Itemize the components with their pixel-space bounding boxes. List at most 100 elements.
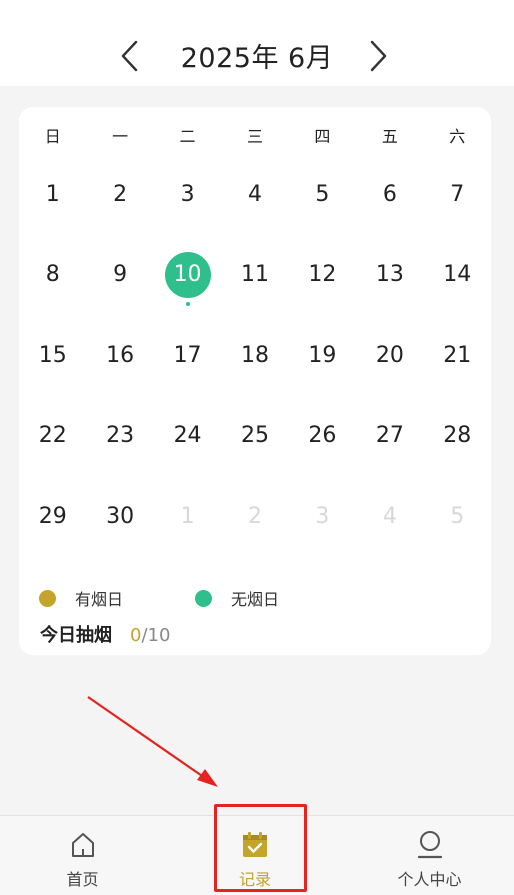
home-icon — [68, 830, 98, 860]
day-cell[interactable]: 1 — [154, 489, 221, 570]
today-smoking-summary: 今日抽烟 0 / 10 — [40, 621, 170, 647]
day-number: 12 — [308, 262, 337, 287]
day-number: 29 — [38, 503, 67, 529]
day-number: 4 — [247, 181, 262, 207]
legend-smoke-day: 有烟日 — [39, 586, 123, 610]
day-cell[interactable]: 11 — [221, 248, 288, 329]
today-limit: 10 — [147, 625, 171, 646]
day-number: 15 — [38, 342, 67, 368]
day-cell[interactable]: 23 — [86, 409, 153, 490]
day-cell[interactable]: 29 — [19, 489, 86, 570]
day-cell[interactable]: 21 — [424, 328, 491, 409]
day-cell[interactable]: 28 — [424, 409, 491, 490]
day-number: 28 — [443, 423, 472, 448]
smoke-day-dot — [39, 589, 56, 607]
day-cell[interactable]: 3 — [154, 167, 221, 248]
day-number: 21 — [443, 342, 472, 368]
day-number: 2 — [247, 503, 262, 529]
day-number: 11 — [240, 262, 269, 287]
day-number: 10 — [164, 251, 211, 298]
day-cell[interactable]: 27 — [356, 409, 423, 490]
day-number: 1 — [180, 503, 195, 529]
day-cell[interactable]: 26 — [289, 409, 356, 490]
record-dot — [185, 301, 190, 306]
prev-month-button[interactable] — [112, 36, 148, 76]
tab-home[interactable]: 首页 — [0, 816, 165, 895]
user-icon — [415, 830, 445, 860]
day-number: 24 — [173, 423, 202, 448]
chevron-left-icon — [121, 40, 138, 72]
day-number: 13 — [375, 262, 404, 287]
tab-label: 个人中心 — [397, 870, 462, 889]
day-cell[interactable]: 3 — [289, 489, 356, 570]
calendar-card: 日 一 二 三 四 五 六 1 2 3 4 5 6 7 8 9 10 11 12 13 14 15 16 17 1… — [19, 107, 491, 655]
highlight-box — [214, 804, 307, 892]
day-number: 6 — [382, 181, 397, 207]
weekday-label: 五 — [381, 127, 398, 146]
selected-day-cell[interactable]: 10 — [154, 248, 221, 329]
day-cell[interactable]: 24 — [154, 409, 221, 490]
day-cell[interactable]: 30 — [86, 489, 153, 570]
day-cell[interactable]: 6 — [356, 167, 423, 248]
day-cell[interactable]: 7 — [424, 167, 491, 248]
day-cell[interactable]: 25 — [221, 409, 288, 490]
day-cell[interactable]: 2 — [86, 167, 153, 248]
day-number: 14 — [443, 262, 472, 287]
day-cell[interactable]: 2 — [221, 489, 288, 570]
day-cell[interactable]: 4 — [221, 167, 288, 248]
day-number: 3 — [315, 503, 330, 529]
weekday-label: 一 — [112, 127, 129, 146]
day-cell[interactable]: 13 — [356, 248, 423, 329]
day-number: 16 — [106, 342, 135, 368]
day-cell[interactable]: 1 — [19, 167, 86, 248]
day-number: 5 — [315, 181, 330, 207]
weekday-label: 二 — [179, 127, 196, 146]
legend: 有烟日 无烟日 — [39, 587, 351, 609]
day-number: 4 — [382, 503, 397, 529]
day-cell[interactable]: 16 — [86, 328, 153, 409]
day-number: 3 — [180, 181, 195, 207]
legend-smoke-free-day: 无烟日 — [195, 586, 279, 610]
day-number: 25 — [240, 423, 269, 448]
day-number: 5 — [450, 503, 465, 529]
app-screen: 2025年 6月 日 一 二 三 四 五 六 1 2 3 4 5 6 7 8 9 10 11 12 13… — [0, 0, 514, 895]
legend-label: 有烟日 — [75, 590, 124, 609]
day-cell[interactable]: 5 — [424, 489, 491, 570]
legend-label: 无烟日 — [231, 590, 280, 609]
day-number: 17 — [173, 342, 202, 368]
day-number: 20 — [375, 342, 404, 368]
weekday-label: 三 — [246, 127, 263, 146]
day-number: 30 — [106, 503, 135, 529]
chevron-right-icon — [370, 40, 387, 72]
day-cell[interactable]: 8 — [19, 248, 86, 329]
day-number: 22 — [38, 423, 67, 448]
day-cell[interactable]: 12 — [289, 248, 356, 329]
day-cell[interactable]: 18 — [221, 328, 288, 409]
day-number: 26 — [308, 423, 337, 448]
day-number: 1 — [45, 181, 60, 207]
today-label: 今日抽烟 — [40, 625, 112, 646]
day-number: 9 — [113, 262, 128, 287]
month-title: 2025年 6月 — [180, 42, 334, 74]
today-count: 0 — [130, 625, 142, 646]
day-number: 8 — [45, 262, 60, 287]
day-cell[interactable]: 9 — [86, 248, 153, 329]
day-cell[interactable]: 20 — [356, 328, 423, 409]
weekday-label: 四 — [314, 127, 331, 146]
day-number: 2 — [113, 181, 128, 207]
day-cell[interactable]: 5 — [289, 167, 356, 248]
day-cell[interactable]: 4 — [356, 489, 423, 570]
tab-label: 首页 — [66, 870, 99, 889]
day-cell[interactable]: 19 — [289, 328, 356, 409]
next-month-button[interactable] — [360, 36, 396, 76]
day-cell[interactable]: 14 — [424, 248, 491, 329]
weekday-label: 日 — [44, 127, 61, 146]
day-number: 23 — [106, 423, 135, 448]
weekday-header: 日 一 二 三 四 五 六 — [19, 125, 491, 149]
day-cell[interactable]: 22 — [19, 409, 86, 490]
tab-profile[interactable]: 个人中心 — [345, 816, 514, 895]
month-header: 2025年 6月 — [0, 0, 514, 86]
day-cell[interactable]: 15 — [19, 328, 86, 409]
day-cell[interactable]: 17 — [154, 328, 221, 409]
day-number: 7 — [450, 181, 465, 207]
